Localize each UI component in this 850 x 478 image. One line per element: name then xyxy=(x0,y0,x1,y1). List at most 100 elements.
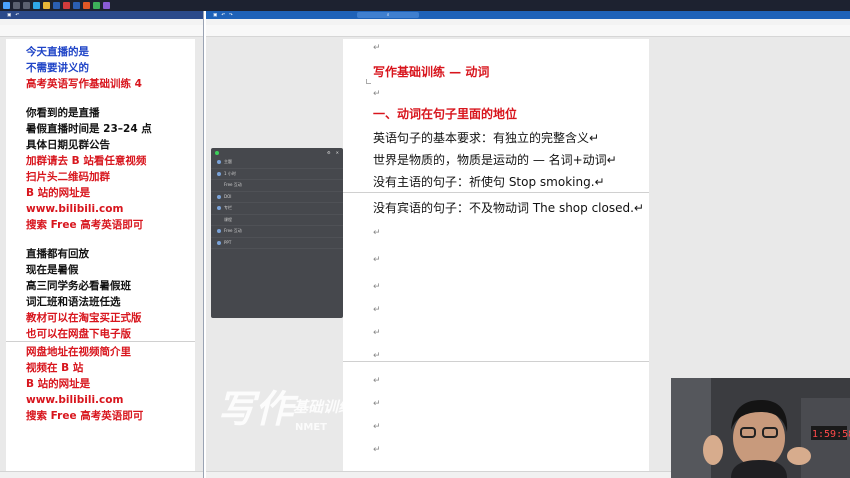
left-doc-line: 教材可以在淘宝买正式版 xyxy=(26,312,142,324)
task-view-icon[interactable] xyxy=(23,2,30,9)
course-watermark-logo: 写作 基础训练 NMET xyxy=(217,387,356,433)
left-doc-line: 搜索 Free 高考英语即可 xyxy=(26,219,144,231)
close-icon[interactable]: ✕ xyxy=(336,150,339,155)
watermark-nmet: NMET xyxy=(295,422,327,433)
overlay-row-text: 课程 xyxy=(224,216,232,222)
overlay-row-icon xyxy=(217,240,221,245)
overlay-row: DOI xyxy=(211,192,343,203)
left-doc-line: 词汇班和语法班任选 xyxy=(26,296,121,308)
body-line: 世界是物质的，物质是运动的 — 名词+动词↵ xyxy=(373,153,617,167)
paragraph-mark: ↵ xyxy=(373,445,381,455)
page-break-line xyxy=(6,341,195,342)
undo-icon[interactable]: ↶ xyxy=(15,13,19,18)
left-doc-line: 高考英语写作基础训练 4 xyxy=(26,78,142,90)
overlay-row-text: 主题 xyxy=(224,159,232,165)
paragraph-mark: ↵ xyxy=(373,89,381,99)
right-document-page[interactable]: ↵ 写作基础训练 — 动词 ↵ 一、动词在句子里面的地位英语句子的基本要求：有独立的完… xyxy=(343,39,649,475)
windows-start-icon[interactable] xyxy=(3,2,10,9)
redo-icon[interactable]: ↷ xyxy=(229,13,233,18)
paragraph-mark: ↵ xyxy=(373,228,381,238)
watermark-main: 写作 xyxy=(217,387,299,431)
left-doc-line: www.bilibili.com xyxy=(26,394,124,406)
paragraph-mark: ↵ xyxy=(373,282,381,292)
overlay-row-text: 1 小时 xyxy=(224,170,236,176)
left-doc-line: 今天直播的是 xyxy=(26,46,89,58)
overlay-row: PPT xyxy=(211,238,343,249)
app-icon[interactable] xyxy=(83,2,90,9)
left-doc-line: www.bilibili.com xyxy=(26,203,124,215)
left-doc-line: 也可以在网盘下电子版 xyxy=(26,328,131,340)
word-app-icon[interactable] xyxy=(53,2,60,9)
paragraph-mark: ↵ xyxy=(373,305,381,315)
right-titlebar: ▣ ↶ ↷ ⌕ xyxy=(206,11,850,19)
right-ribbon xyxy=(206,25,850,37)
app-icon[interactable] xyxy=(63,2,70,9)
body-line: 没有主语的句子：祈使句 Stop smoking.↵ xyxy=(373,175,605,189)
left-doc-line: B 站的网址是 xyxy=(26,378,91,390)
overlay-row-text: Free 互动 xyxy=(224,182,242,188)
overlay-row-text: 专栏 xyxy=(224,205,232,211)
left-doc-line: 加群请去 B 站看任意视频 xyxy=(26,155,147,167)
left-ribbon xyxy=(0,25,203,37)
overlay-header: ⚙ ✕ xyxy=(211,148,343,157)
overlay-row: 课程 xyxy=(211,215,343,226)
body-line: 没有宾语的句子：不及物动词 The shop closed.↵ xyxy=(373,201,644,215)
app-icon[interactable] xyxy=(73,2,80,9)
left-statusbar xyxy=(0,471,203,478)
left-doc-line: 暑假直播时间是 23–24 点 xyxy=(26,123,152,135)
save-icon[interactable]: ▣ xyxy=(7,13,11,18)
overlay-row-text: DOI xyxy=(224,194,232,200)
overlay-row-icon xyxy=(217,229,221,234)
left-doc-line: 直播都有回放 xyxy=(26,248,89,260)
left-doc-line: 你看到的是直播 xyxy=(26,107,100,119)
overlay-row-icon xyxy=(217,194,221,199)
section-heading: 一、动词在句子里面的地位 xyxy=(373,107,518,121)
webcam-image: 1:59:58 xyxy=(671,378,850,478)
left-doc-line: 网盘地址在视频简介里 xyxy=(26,346,131,358)
overlay-row: 专栏 xyxy=(211,203,343,215)
browser-icon[interactable] xyxy=(33,2,40,9)
save-icon[interactable]: ▣ xyxy=(213,13,217,18)
overlay-row-icon xyxy=(217,160,221,165)
page-break-line xyxy=(343,361,649,362)
left-document-page[interactable]: 今天直播的是 不需要讲义的高考英语写作基础训练 4 你看到的是直播暑假直播时间是 2… xyxy=(6,39,195,471)
left-doc-line: 具体日期见群公告 xyxy=(26,139,110,151)
clock-digits: 1:59:58 xyxy=(812,429,850,440)
paragraph-mark: ↵ xyxy=(373,351,381,361)
screen: ▣ ↶ 今天直播的是 不需要讲义的高考英语写作基础训练 4 你看到的是直播暑假直播时… xyxy=(0,0,850,478)
doc-title: 写作基础训练 — 动词 xyxy=(373,65,490,79)
watermark-sub: 基础训练 xyxy=(293,398,356,416)
gear-icon[interactable]: ⚙ xyxy=(327,150,331,155)
left-doc-line: 搜索 Free 高考英语即可 xyxy=(26,410,144,422)
overlay-row-text: PPT xyxy=(224,240,232,246)
left-doc-line: 扫片头二维码加群 xyxy=(26,171,110,183)
overlay-row-icon xyxy=(217,171,221,176)
paragraph-mark: ↵ xyxy=(373,43,381,53)
live-overlay-panel: ⚙ ✕ 主题 1 小时 Free 互动 DOI 专栏课程 Free 互动 PPT xyxy=(211,148,343,318)
search-box[interactable]: ⌕ xyxy=(356,12,420,18)
app-icon[interactable] xyxy=(103,2,110,9)
left-doc-line: 不需要讲义的 xyxy=(26,62,89,74)
search-icon[interactable] xyxy=(13,2,20,9)
folder-icon[interactable] xyxy=(43,2,50,9)
left-doc-line: 现在是暑假 xyxy=(26,264,79,276)
overlay-row: 1 小时 xyxy=(211,169,343,180)
overlay-row: 主题 xyxy=(211,157,343,169)
body-line: 英语句子的基本要求：有独立的完整含义↵ xyxy=(373,131,600,145)
overlay-row-text: Free 互动 xyxy=(224,228,242,234)
overlay-row: Free 互动 xyxy=(211,226,343,238)
app-icon[interactable] xyxy=(93,2,100,9)
taskbar xyxy=(0,0,850,11)
left-titlebar: ▣ ↶ xyxy=(0,11,203,19)
left-doc-line: B 站的网址是 xyxy=(26,187,91,199)
webcam-feed: 1:59:58 xyxy=(671,378,850,478)
margin-corner-mark xyxy=(366,79,371,84)
left-doc-line: 视频在 B 站 xyxy=(26,362,84,374)
left-word-window: ▣ ↶ 今天直播的是 不需要讲义的高考英语写作基础训练 4 你看到的是直播暑假直播时… xyxy=(0,11,204,478)
overlay-row: Free 互动 xyxy=(211,180,343,192)
record-dot-icon xyxy=(215,150,219,155)
overlay-row-icon xyxy=(217,206,221,211)
paragraph-mark: ↵ xyxy=(373,328,381,338)
undo-icon[interactable]: ↶ xyxy=(221,13,225,18)
left-doc-line: 高三同学务必看暑假班 xyxy=(26,280,131,292)
